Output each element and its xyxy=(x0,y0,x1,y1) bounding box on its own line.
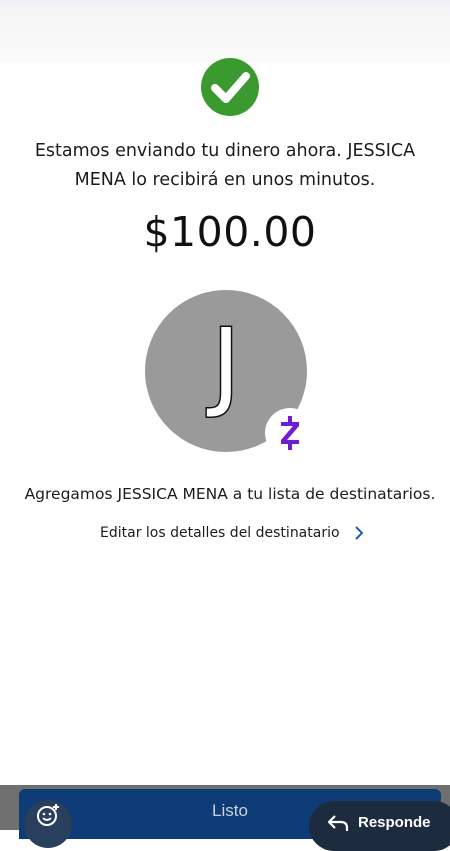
reply-button-label: Responde xyxy=(358,814,431,831)
top-bar xyxy=(0,0,450,62)
confirmation-message: Estamos enviando tu dinero ahora. JESSIC… xyxy=(34,141,416,190)
done-button-label: Listo xyxy=(212,801,248,820)
reply-button[interactable]: Responde xyxy=(309,801,450,851)
edit-recipient-label: Editar los detalles del destinatario xyxy=(100,525,340,541)
reply-arrow-icon xyxy=(327,815,349,831)
success-check-icon xyxy=(201,58,259,116)
edit-recipient-link[interactable]: Editar los detalles del destinatario xyxy=(100,520,370,546)
zelle-logo-icon xyxy=(281,416,299,450)
chevron-right-icon xyxy=(354,526,363,540)
amount-sent: $100.00 xyxy=(143,208,317,256)
add-emoji-icon xyxy=(37,804,59,826)
zelle-badge xyxy=(265,408,315,458)
add-reaction-button[interactable] xyxy=(24,800,72,848)
avatar-initial: J xyxy=(210,307,241,422)
recipient-added-message: Agregamos JESSICA MENA a tu lista de des… xyxy=(24,485,436,503)
recipient-avatar-group: J xyxy=(145,290,315,458)
